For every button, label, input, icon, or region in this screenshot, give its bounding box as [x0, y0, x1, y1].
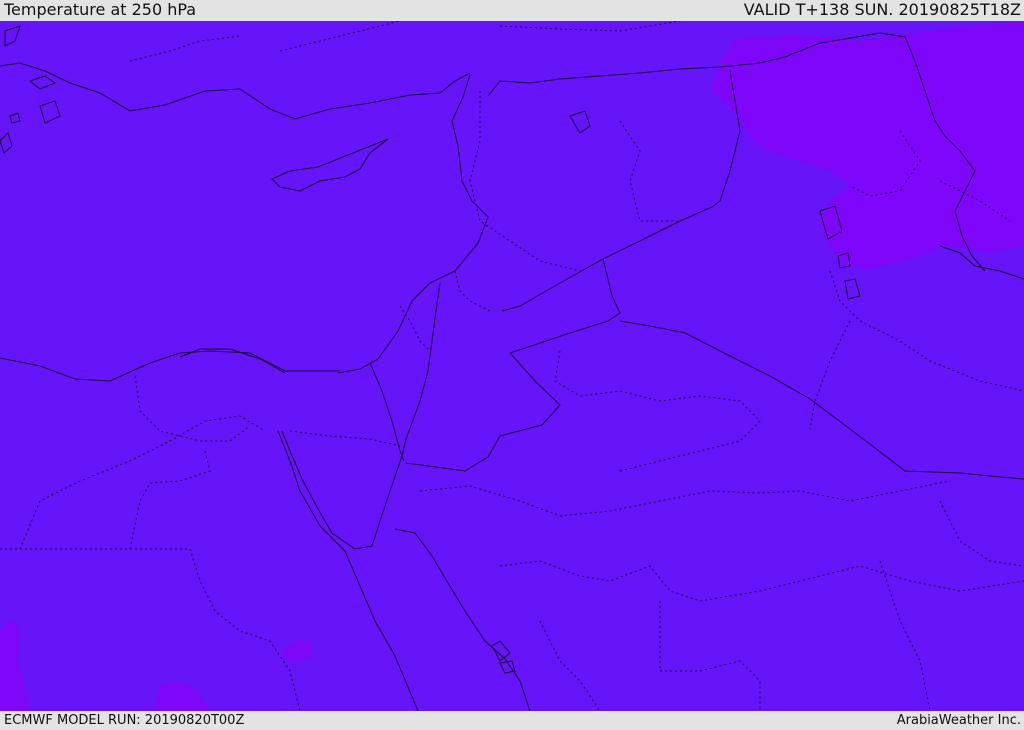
footer-bar: ECMWF MODEL RUN: 20190820T00Z ArabiaWeat… [0, 711, 1024, 729]
credit: ArabiaWeather Inc. [896, 713, 1021, 728]
valid-time: VALID T+138 SUN. 20190825T18Z [743, 0, 1021, 19]
map-title: Temperature at 250 hPa [4, 0, 197, 19]
model-run: ECMWF MODEL RUN: 20190820T00Z [4, 713, 245, 728]
header-bar: Temperature at 250 hPa VALID T+138 SUN. … [0, 0, 1024, 21]
weather-map [0, 21, 1024, 711]
